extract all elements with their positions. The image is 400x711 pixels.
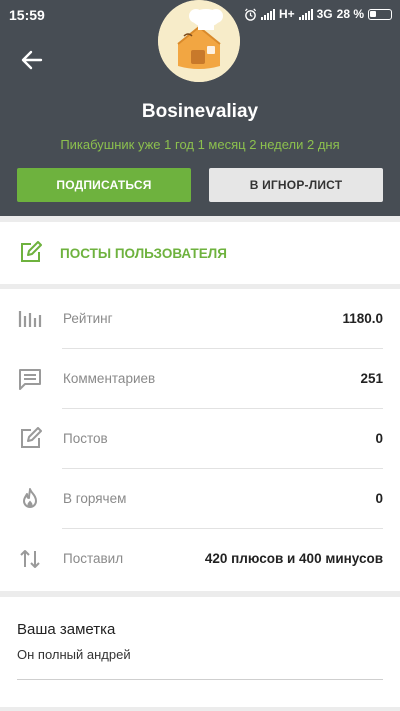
fire-icon <box>23 488 37 508</box>
stat-value: 0 <box>375 491 383 506</box>
battery-icon <box>368 8 392 20</box>
status-time: 15:59 <box>9 7 45 23</box>
stat-row-votes: Поставил 420 плюсов и 400 минусов <box>0 529 400 589</box>
profile-header: 15:59 H+ 3G 28 % Bosinevaliay Пикабушник… <box>0 0 400 216</box>
stat-label: Постов <box>63 431 108 446</box>
signal-icon-2 <box>298 8 313 20</box>
stat-row-rating: Рейтинг 1180.0 <box>0 289 400 349</box>
stat-label: В горячем <box>63 491 127 506</box>
note-text[interactable]: Он полный андрей <box>17 647 131 662</box>
note-title: Ваша заметка <box>17 621 116 638</box>
user-posts-label: ПОСТЫ ПОЛЬЗОВАТЕЛЯ <box>60 246 227 261</box>
username: Bosinevaliay <box>141 101 259 122</box>
alarm-icon <box>244 8 256 21</box>
user-posts-link[interactable]: ПОСТЫ ПОЛЬЗОВАТЕЛЯ <box>0 222 400 284</box>
stat-row-posts: Постов 0 <box>0 409 400 469</box>
avatar[interactable] <box>158 0 240 82</box>
stats-list: Рейтинг 1180.0 Комментариев 251 Постов 0… <box>0 289 400 591</box>
stat-label: Комментариев <box>63 371 156 386</box>
status-icons: H+ 3G 28 % <box>244 7 392 21</box>
user-note-card[interactable]: Ваша заметка Он полный андрей <box>0 597 400 707</box>
stat-value: 251 <box>360 371 383 386</box>
network-type-1: H+ <box>278 7 295 21</box>
ignore-list-button[interactable]: В ИГНОР-ЛИСТ <box>209 168 383 202</box>
stat-label: Поставил <box>63 551 124 566</box>
stat-row-hot: В горячем 0 <box>0 469 400 529</box>
comment-icon <box>19 369 41 390</box>
chef-house-avatar <box>158 0 240 82</box>
membership-duration: Пикабушник уже 1 год 1 месяц 2 недели 2 … <box>60 137 340 152</box>
arrow-left-icon[interactable] <box>18 46 46 74</box>
stat-value: 0 <box>375 431 383 446</box>
battery-percent: 28 % <box>336 7 364 21</box>
edit-icon <box>21 427 42 448</box>
up-down-arrows-icon <box>20 550 40 568</box>
subscribe-button[interactable]: ПОДПИСАТЬСЯ <box>17 168 191 202</box>
stat-label: Рейтинг <box>63 311 113 326</box>
network-type-2: 3G <box>316 7 333 21</box>
stat-value: 1180.0 <box>342 311 383 326</box>
edit-icon <box>21 241 42 262</box>
stat-row-comments: Комментариев 251 <box>0 349 400 409</box>
note-underline <box>17 679 383 680</box>
signal-icon <box>260 8 275 20</box>
stat-value: 420 плюсов и 400 минусов <box>204 551 383 566</box>
bar-chart-icon <box>18 311 42 327</box>
